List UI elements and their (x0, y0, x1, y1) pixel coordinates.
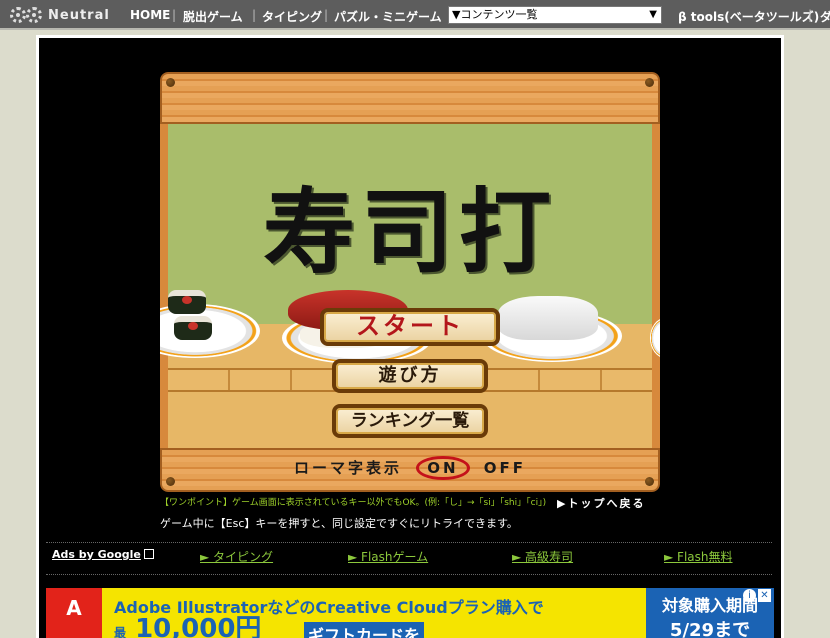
nav-separator: | (252, 8, 257, 22)
divider (46, 574, 772, 575)
contents-dropdown[interactable]: ▼コンテンツ一覧 ▼ (448, 6, 662, 24)
site-logo[interactable]: Neutral (10, 6, 110, 24)
nav-puzzle-minigames[interactable]: パズル・ミニゲーム (334, 8, 442, 25)
maki-sushi-icon (174, 316, 212, 340)
banner-period-date: 5/29まで (669, 620, 751, 638)
nail-icon (166, 78, 175, 87)
ad-info-icon[interactable]: i (743, 589, 756, 602)
contents-dropdown-value: ▼コンテンツ一覧 (452, 8, 538, 21)
ad-link-flash-free[interactable]: ► Flash無料 (664, 548, 733, 565)
divider (46, 542, 772, 543)
nav-escape-games[interactable]: 脱出ゲーム (183, 8, 243, 25)
game-canvas[interactable]: 寿司打 スタート 遊び方 ランキング一覧 ローマ字表示 ON OFF (160, 72, 660, 492)
squid-sushi-icon (498, 296, 598, 340)
nail-icon (645, 78, 654, 87)
romaji-display-toggle: ローマ字表示 ON OFF (160, 456, 660, 480)
banner-amount-value: 10,000円 (135, 614, 262, 638)
adobe-logo-icon: A (46, 588, 102, 638)
adobe-banner-ad[interactable]: A Adobe IllustratorなどのCreative Cloudプラン購… (46, 588, 774, 638)
romaji-off-option[interactable]: OFF (484, 459, 526, 477)
one-point-tip: 【ワンポイント】ゲーム画面に表示されているキー以外でもOK。(例:「し」→「si… (160, 498, 547, 508)
external-link-icon (143, 549, 154, 559)
nav-separator: | (172, 8, 177, 22)
logo-text: Neutral (48, 7, 110, 23)
ads-by-google-label: Ads by Google (52, 548, 141, 561)
romaji-on-option[interactable]: ON (416, 456, 470, 480)
banner-prefix: 最 (114, 626, 127, 638)
romaji-display-label: ローマ字表示 (293, 459, 402, 477)
nav-typing[interactable]: タイピング (262, 8, 322, 25)
nav-separator: | (808, 8, 813, 22)
banner-amount: 最 10,000円 (114, 616, 261, 638)
game-title: 寿司打 (262, 178, 557, 286)
maki-sushi-icon (168, 290, 206, 314)
ad-link-luxury-sushi[interactable]: ► 高級寿司 (512, 548, 573, 565)
esc-retry-note: ゲーム中に【Esc】キーを押すと、同じ設定ですぐにリトライできます。 (160, 517, 518, 530)
ad-close-icon[interactable]: ✕ (758, 589, 771, 602)
ads-by-google[interactable]: Ads by Google (52, 548, 154, 561)
nav-home[interactable]: HOME (130, 8, 170, 22)
gear-icon (10, 7, 42, 23)
nav-separator: | (324, 8, 329, 22)
top-nav-bar: Neutral HOME | 脱出ゲーム | タイピング | パズル・ミニゲーム… (0, 0, 830, 30)
nav-beta-tools[interactable]: β tools(ベータツールズ) (678, 8, 819, 25)
back-to-top-link[interactable]: ▶トップへ戻る (557, 495, 645, 511)
banner-gift-card: ギフトカードを (304, 622, 425, 638)
wood-board-top (160, 72, 660, 124)
start-button[interactable]: スタート (320, 308, 500, 346)
how-to-play-button[interactable]: 遊び方 (332, 359, 488, 393)
ad-link-flash-games[interactable]: ► Flashゲーム (348, 548, 428, 565)
ranking-list-button[interactable]: ランキング一覧 (332, 404, 488, 438)
ad-link-typing[interactable]: ► タイピング (200, 548, 273, 565)
dropdown-arrow-icon: ▼ (649, 9, 657, 20)
nav-item-cut[interactable]: ダ (820, 8, 830, 25)
